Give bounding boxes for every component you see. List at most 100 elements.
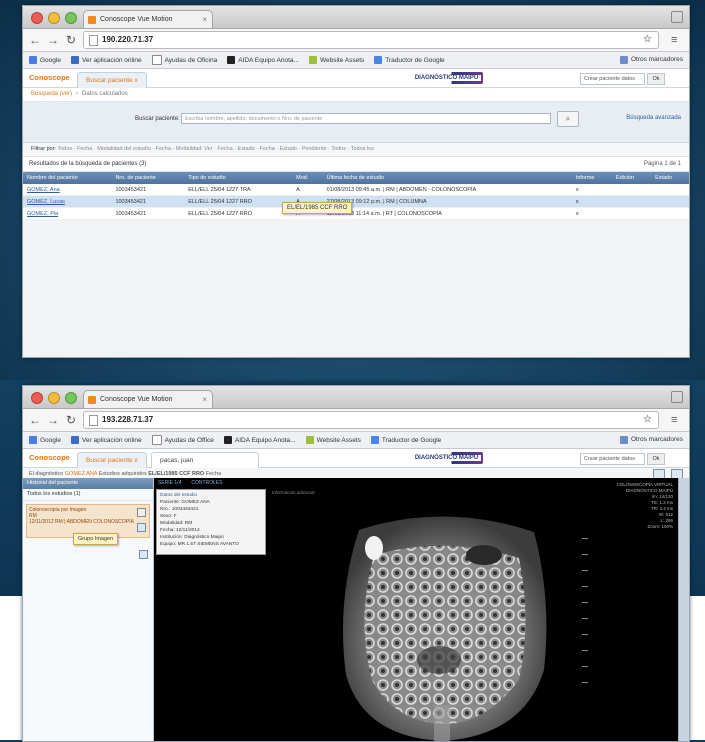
col-patient-number[interactable]: Nro. de paciente [111, 172, 185, 184]
edit-cell[interactable] [611, 184, 652, 196]
reload-icon[interactable]: ↻ [65, 413, 77, 427]
other-bookmarks[interactable]: Otros marcadores [619, 52, 683, 68]
close-window-button[interactable] [31, 12, 43, 24]
table-row[interactable]: GOMEZ, Pia 1003453421 ELL/ELL 25/04 1227… [23, 207, 689, 220]
print-icon[interactable] [137, 508, 146, 517]
bookmark-office[interactable]: Ayudas de Oficina [151, 55, 217, 65]
patient-name-cell[interactable]: GOMEZ, Pia [23, 207, 112, 220]
breadcrumb-home[interactable]: Búsqueda (ver) [31, 91, 72, 97]
fullscreen-icon[interactable] [671, 11, 683, 23]
table-row[interactable]: GOMEZ, Lucas 1003453421 ELL/ELL 25/04 12… [23, 195, 689, 208]
document-icon[interactable] [139, 550, 148, 559]
info-patient[interactable]: GOMEZ ANA [65, 471, 97, 477]
col-report[interactable]: Informe [571, 172, 612, 184]
menu-icon[interactable]: ≡ [671, 34, 683, 46]
back-icon[interactable]: ← [29, 413, 41, 427]
report-icon[interactable]: x [571, 184, 612, 196]
browser-tab[interactable]: Conoscope Vue Motion × [83, 10, 213, 28]
tab-search-patient[interactable]: Buscar paciente x [77, 72, 147, 88]
fullscreen-icon[interactable] [671, 391, 683, 403]
quick-ok-button[interactable]: Ok [647, 73, 665, 85]
bookmark-translate[interactable]: Traductor de Google [370, 436, 441, 444]
patient-name-cell[interactable]: GOMEZ, Lucas [23, 195, 112, 208]
bookmark-website-assets[interactable]: Website Assets [305, 436, 361, 444]
clinic-logo: DIAGNÓSTICO MAIPÚ [413, 452, 483, 464]
popup-line: Modalidad: RM [160, 521, 193, 526]
col-modality[interactable]: Mod. [292, 172, 323, 184]
patient-quick-input[interactable]: Crear paciente datos [580, 453, 645, 465]
col-status[interactable]: Estado [651, 172, 689, 184]
bookmark-star-icon[interactable]: ☆ [643, 32, 652, 48]
url-input[interactable]: 190.220.71.37 ☆ [83, 31, 659, 49]
col-study-type[interactable]: Tipo de estudio [184, 172, 293, 184]
forward-icon[interactable]: → [47, 33, 59, 47]
study-detail: 12/11/2012 RM | ABDOMEN COLONOSCOPÍA [29, 519, 134, 525]
clinic-logo: DIAGNÓSTICO MAIPÚ [413, 72, 483, 84]
zoom-window-button[interactable] [65, 392, 77, 404]
screenshot-search: Conoscope Vue Motion × ← → ↻ 190.220.71.… [22, 5, 690, 358]
info-rest: Estudios adquiridos [98, 471, 147, 477]
right-side-panel-toggle[interactable] [678, 478, 689, 741]
close-tab-icon[interactable]: x [134, 77, 137, 84]
browser-tab[interactable]: Conoscope Vue Motion × [83, 390, 213, 408]
search-input[interactable]: Escriba nombre, apellido, documento o Nr… [181, 113, 551, 124]
url-text: 193.228.71.37 [102, 415, 154, 424]
open-study-icon[interactable] [137, 523, 146, 532]
close-tab-icon[interactable]: x [134, 457, 137, 464]
minimize-window-button[interactable] [48, 12, 60, 24]
image-viewport[interactable]: SERIE 1/4 CONTROLES Datos del estudio Pa… [154, 478, 679, 741]
table-row[interactable]: GOMEZ, Ana 1003453421 ELL/ELL 25/04 1227… [23, 184, 689, 196]
other-bookmarks[interactable]: Otros marcadores [619, 432, 683, 448]
forward-icon[interactable]: → [47, 413, 59, 427]
search-panel: Buscar paciente: Escriba nombre, apellid… [23, 102, 689, 143]
col-edit[interactable]: Edición [611, 172, 652, 184]
patient-name-cell[interactable]: GOMEZ, Ana [23, 184, 112, 196]
tab-controls[interactable]: CONTROLES [191, 480, 222, 486]
report-icon[interactable]: x [571, 195, 612, 208]
edit-cell[interactable] [611, 195, 652, 208]
tab-series[interactable]: SERIE 1/4 [158, 480, 181, 486]
pager[interactable]: Página 1 de 1 [644, 157, 681, 171]
patient-history-panel: Historial del paciente Todos los estudio… [23, 478, 154, 741]
bookmark-office[interactable]: Ayudas de Office [151, 435, 214, 445]
tab-search-patient[interactable]: Buscar paciente x [77, 452, 147, 468]
reload-icon[interactable]: ↻ [65, 33, 77, 47]
popup-line: Paciente: GOMEZ ANA [160, 500, 210, 505]
bookmark-star-icon[interactable]: ☆ [643, 412, 652, 428]
col-last-study-date[interactable]: Última fecha de estudio [322, 172, 560, 184]
bookmark-online-app[interactable]: Ver aplicación online [70, 436, 142, 444]
zoom-window-button[interactable] [65, 12, 77, 24]
tab-study[interactable]: pacas, juan [151, 452, 259, 468]
app-brand: Conoscope [29, 73, 70, 82]
menu-icon[interactable]: ≡ [671, 414, 683, 426]
bookmark-google[interactable]: Google [29, 436, 61, 444]
filters-bar: Filtrar por: Todos · Fecha · Modalidad d… [23, 143, 689, 157]
bookmark-aida[interactable]: AIDA Equipo Anota... [223, 436, 296, 444]
info-code: EL/EL/1985 CCF RRO [148, 471, 205, 477]
study-tooltip: EL/EL/1985 CCF RRO [282, 202, 353, 214]
history-filter[interactable]: Todos los estudios (1) [23, 489, 153, 501]
close-tab-icon[interactable]: × [202, 391, 207, 409]
patient-number-cell: 1003453421 [111, 207, 185, 220]
patient-quick-input[interactable]: Crear paciente datos [580, 73, 645, 85]
bookmark-aida[interactable]: AIDA Equipo Anota... [227, 56, 299, 64]
report-icon[interactable]: x [571, 207, 612, 220]
back-icon[interactable]: ← [29, 33, 41, 47]
bookmark-translate[interactable]: Traductor de Google [374, 56, 445, 64]
bookmark-google[interactable]: Google [29, 56, 61, 64]
close-window-button[interactable] [31, 392, 43, 404]
close-tab-icon[interactable]: × [202, 11, 207, 29]
advanced-search-link[interactable]: Búsqueda avanzada [626, 115, 681, 121]
window-titlebar: Conoscope Vue Motion × [23, 6, 689, 29]
screenshot-viewer: Conoscope Vue Motion × ← → ↻ 193.228.71.… [22, 385, 690, 742]
bookmark-website-assets[interactable]: Website Assets [308, 56, 364, 64]
edit-cell[interactable] [611, 207, 652, 220]
bookmark-online-app[interactable]: Ver aplicación online [70, 56, 142, 64]
url-text: 190.220.71.37 [102, 35, 154, 44]
minimize-window-button[interactable] [48, 392, 60, 404]
filter-options[interactable]: Todos · Fecha · Modalidad del estudio · … [58, 146, 375, 152]
quick-ok-button[interactable]: Ok [647, 453, 665, 465]
search-button[interactable]: ⌕ [557, 111, 579, 127]
col-patient-name[interactable]: Nombre del paciente [23, 172, 112, 184]
url-input[interactable]: 193.228.71.37 ☆ [83, 411, 659, 429]
